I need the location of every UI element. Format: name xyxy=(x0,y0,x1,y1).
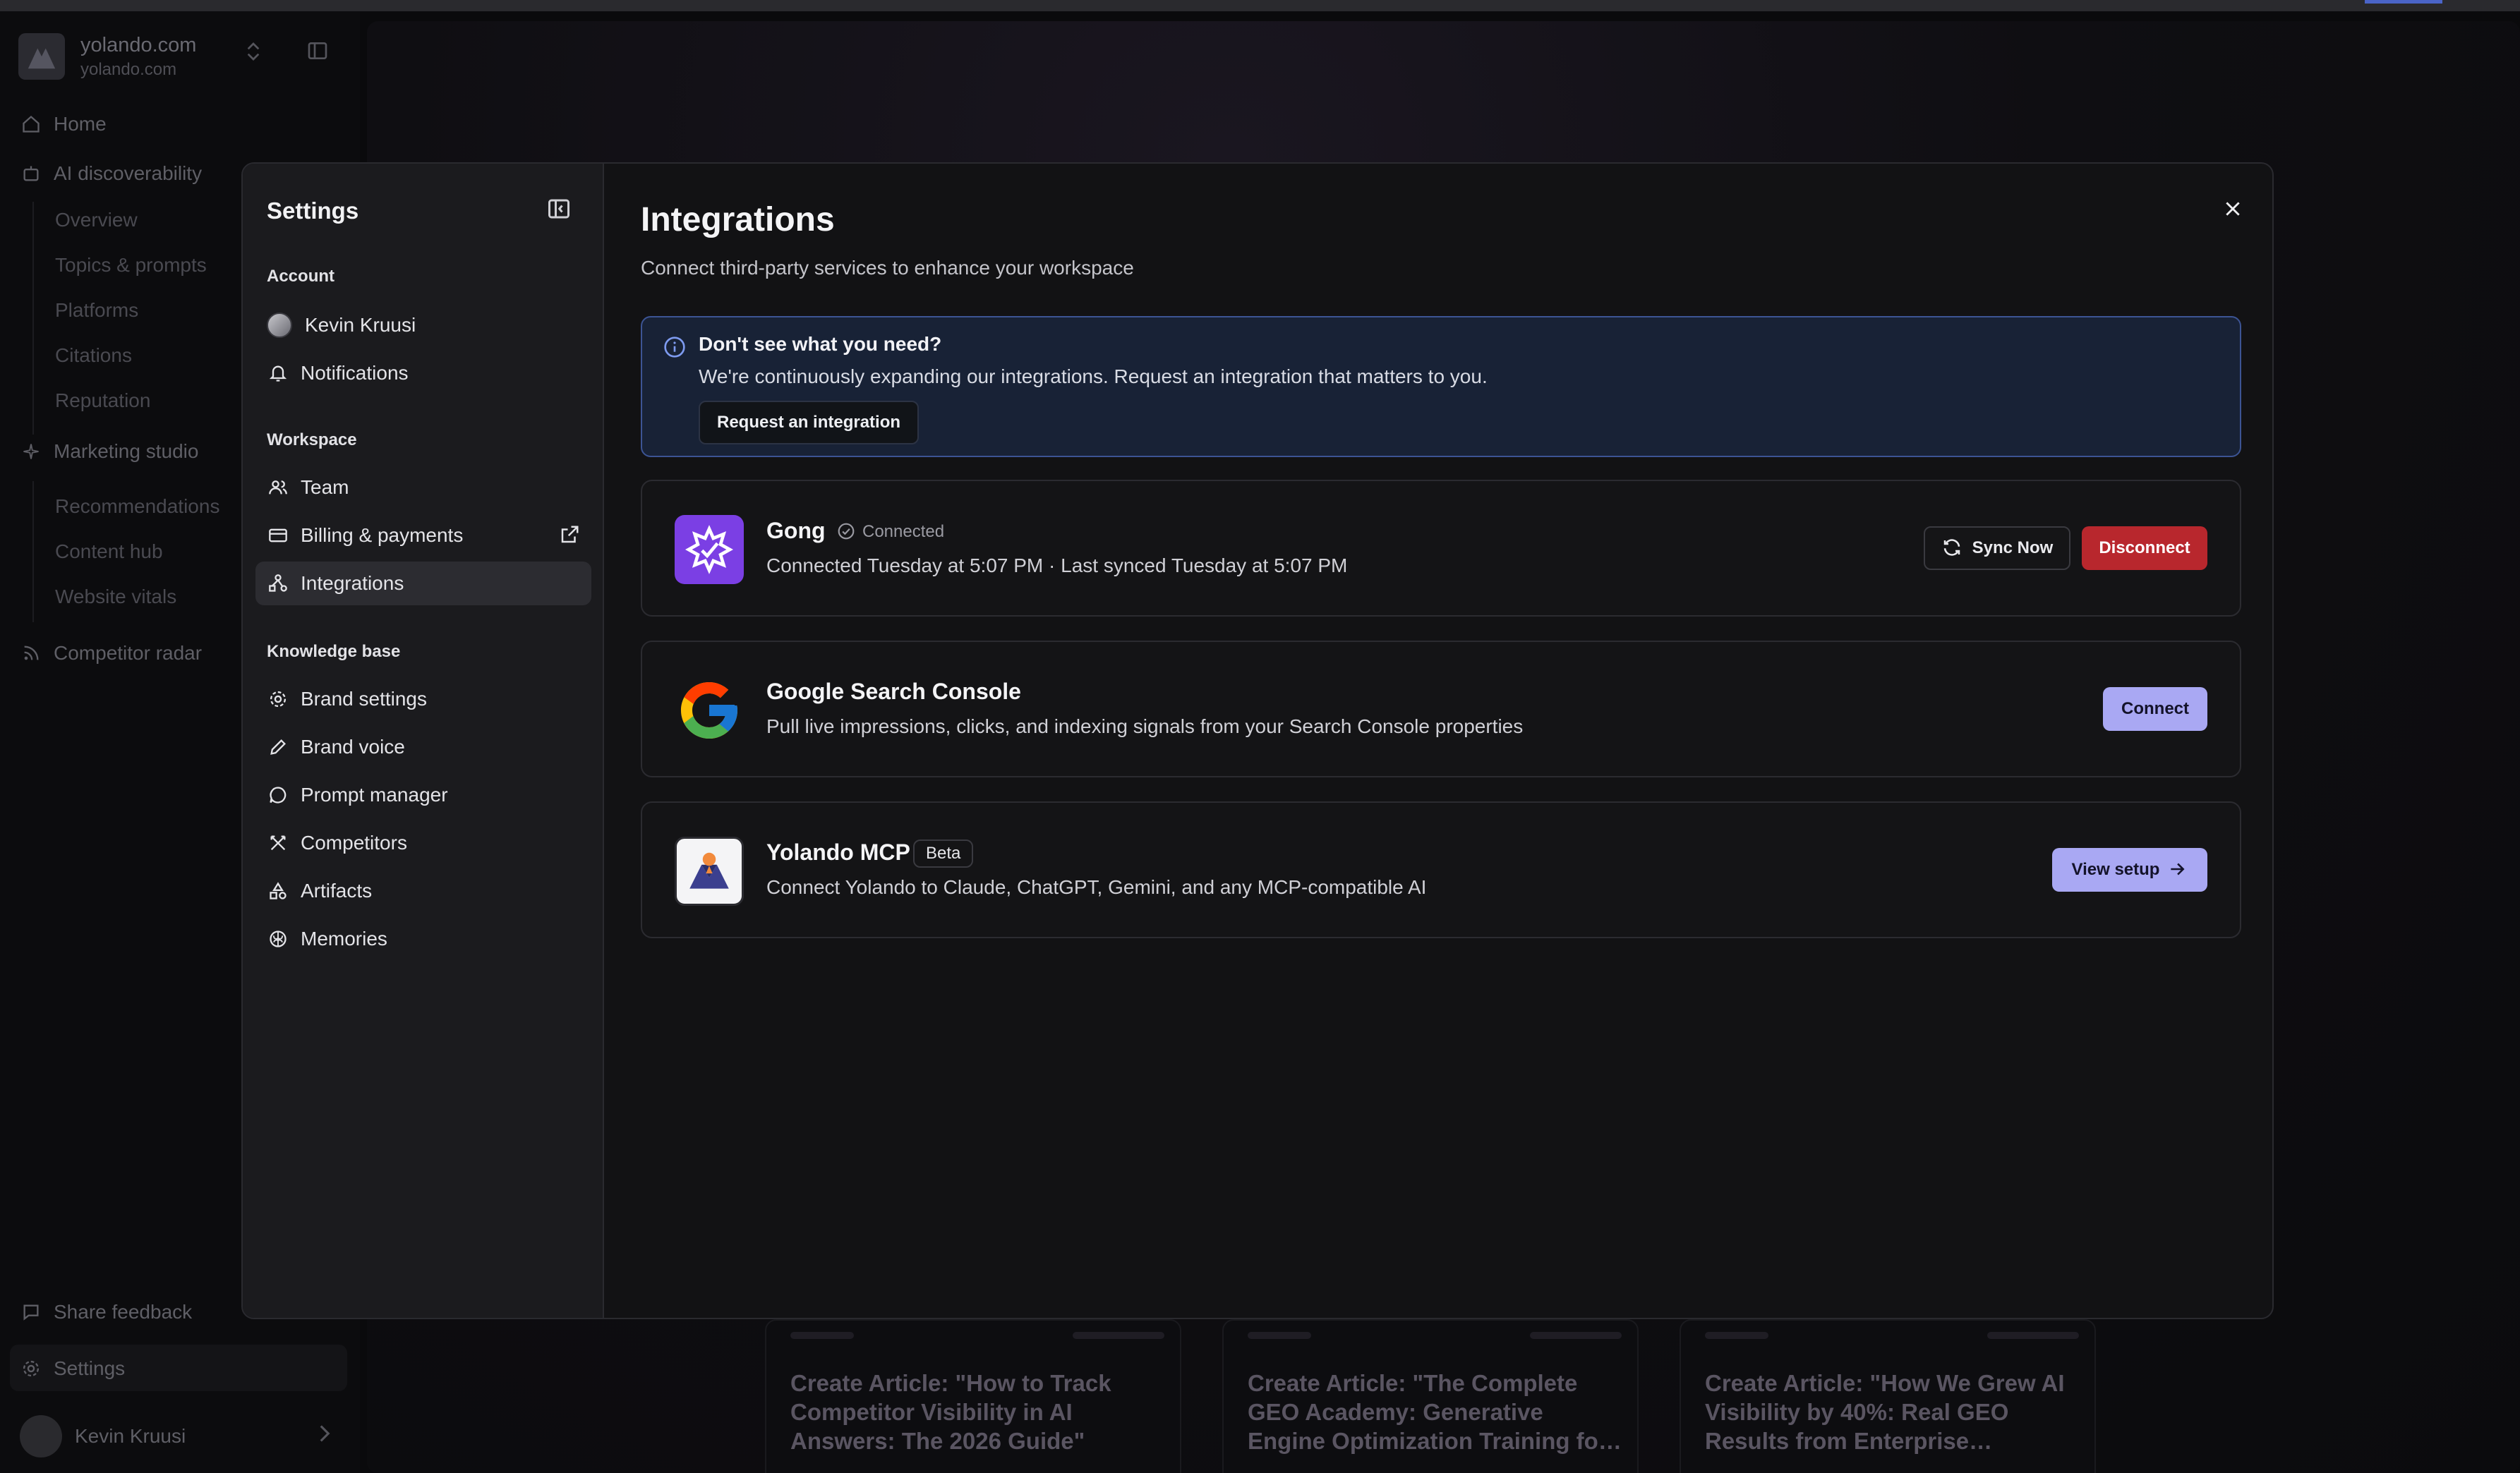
nav-citations[interactable]: Citations xyxy=(55,344,132,367)
nav-marketing-studio[interactable]: Marketing studio xyxy=(20,437,198,466)
arrow-right-icon xyxy=(2168,860,2188,880)
settings-item-competitors[interactable]: Competitors xyxy=(255,821,591,865)
users-icon xyxy=(267,476,289,499)
nav-share-feedback[interactable]: Share feedback xyxy=(20,1298,192,1326)
view-setup-button[interactable]: View setup xyxy=(2052,848,2207,892)
brain-icon xyxy=(267,928,289,950)
disconnect-button[interactable]: Disconnect xyxy=(2082,526,2207,570)
sidebar-collapse-icon[interactable] xyxy=(306,40,332,65)
section-account: Account xyxy=(267,267,334,286)
external-link-icon xyxy=(559,524,581,547)
settings-item-profile[interactable]: Kevin Kruusi xyxy=(255,303,591,347)
chevron-right-icon[interactable] xyxy=(318,1424,332,1448)
info-icon xyxy=(663,336,687,360)
settings-modal: Settings Account Kevin Kruusi Notificati… xyxy=(241,162,2274,1319)
gear-icon xyxy=(20,1357,42,1380)
nav-reputation[interactable]: Reputation xyxy=(55,389,150,412)
home-icon xyxy=(20,113,42,135)
section-workspace: Workspace xyxy=(267,430,357,449)
panel-collapse-icon[interactable] xyxy=(546,196,574,224)
message-icon xyxy=(20,1301,42,1323)
settings-item-brand-settings[interactable]: Brand settings xyxy=(255,677,591,721)
request-integration-callout: Don't see what you need? We're continuou… xyxy=(641,316,2241,457)
nav-ai-discoverability[interactable]: AI discoverability xyxy=(20,159,202,188)
integrations-icon xyxy=(267,572,289,595)
nav-topics-prompts[interactable]: Topics & prompts xyxy=(55,254,207,277)
credit-card-icon xyxy=(267,524,289,547)
callout-text: We're continuously expanding our integra… xyxy=(699,365,1488,387)
yolando-logo-icon xyxy=(675,837,744,906)
user-menu[interactable]: Kevin Kruusi xyxy=(20,1415,186,1457)
background-card: Create Article: "The Complete GEO Academ… xyxy=(1222,1319,1639,1473)
check-circle-icon xyxy=(837,522,857,542)
integration-name: Yolando MCP xyxy=(766,839,910,865)
settings-item-team[interactable]: Team xyxy=(255,466,591,509)
settings-item-prompt-manager[interactable]: Prompt manager xyxy=(255,773,591,817)
shapes-icon xyxy=(267,880,289,902)
bell-icon xyxy=(267,362,289,384)
page-title: Integrations xyxy=(641,201,835,238)
nav-home[interactable]: Home xyxy=(20,110,107,138)
nav-overview[interactable]: Overview xyxy=(55,209,138,231)
settings-item-billing[interactable]: Billing & payments xyxy=(255,514,591,557)
page-subtitle: Connect third-party services to enhance … xyxy=(641,257,1134,279)
workspace-switcher[interactable]: yolando.com yolando.com xyxy=(18,28,343,85)
pen-icon xyxy=(267,736,289,758)
settings-item-integrations[interactable]: Integrations xyxy=(255,562,591,605)
integration-description: Connect Yolando to Claude, ChatGPT, Gemi… xyxy=(766,876,1427,898)
nav-website-vitals[interactable]: Website vitals xyxy=(55,586,176,608)
refresh-icon xyxy=(1941,537,1964,559)
avatar xyxy=(20,1415,62,1457)
workspace-domain: yolando.com xyxy=(80,59,177,79)
settings-item-artifacts[interactable]: Artifacts xyxy=(255,869,591,913)
nav-competitor-radar[interactable]: Competitor radar xyxy=(20,639,202,667)
settings-sidebar: Settings Account Kevin Kruusi Notificati… xyxy=(243,164,604,1318)
top-accent-bar xyxy=(2365,0,2442,4)
integration-description: Pull live impressions, clicks, and index… xyxy=(766,715,1524,737)
bot-icon xyxy=(20,162,42,185)
integration-name: Gong xyxy=(766,518,826,543)
gear-icon xyxy=(267,688,289,710)
settings-item-notifications[interactable]: Notifications xyxy=(255,351,591,395)
beta-badge: Beta xyxy=(913,839,974,868)
browser-top-strip xyxy=(0,0,2520,11)
integration-name: Google Search Console xyxy=(766,679,1021,704)
workspace-name: yolando.com xyxy=(80,33,197,56)
settings-item-brand-voice[interactable]: Brand voice xyxy=(255,725,591,769)
integration-description: Connected Tuesday at 5:07 PM · Last sync… xyxy=(766,554,1348,576)
chevron-up-down-icon[interactable] xyxy=(246,41,261,67)
connect-button[interactable]: Connect xyxy=(2103,687,2207,731)
connection-status: Connected xyxy=(837,522,944,542)
nav-content-hub[interactable]: Content hub xyxy=(55,540,163,563)
settings-title: Settings xyxy=(267,198,359,224)
background-card: Create Article: "How to Track Competitor… xyxy=(765,1319,1181,1473)
integration-card-gong: Gong Connected Connected Tuesday at 5:07… xyxy=(641,480,2241,617)
integration-card-yolando-mcp: Yolando MCP Beta Connect Yolando to Clau… xyxy=(641,801,2241,938)
section-knowledge-base: Knowledge base xyxy=(267,642,401,661)
integrations-panel: Integrations Connect third-party service… xyxy=(605,164,2272,1318)
close-icon[interactable] xyxy=(2217,193,2248,224)
rss-icon xyxy=(20,642,42,665)
nav-platforms[interactable]: Platforms xyxy=(55,299,138,322)
nav-recommendations[interactable]: Recommendations xyxy=(55,495,219,518)
sync-now-button[interactable]: Sync Now xyxy=(1924,526,2070,570)
avatar xyxy=(267,313,292,338)
sparkle-icon xyxy=(20,440,42,463)
nav-settings[interactable]: Settings xyxy=(20,1354,125,1383)
integration-card-google-search-console: Google Search Console Pull live impressi… xyxy=(641,641,2241,777)
settings-item-memories[interactable]: Memories xyxy=(255,917,591,961)
request-integration-button[interactable]: Request an integration xyxy=(699,401,920,444)
workspace-logo-icon xyxy=(18,33,65,80)
gong-logo-icon xyxy=(675,515,744,584)
google-logo-icon xyxy=(675,676,744,745)
chat-bubble-icon xyxy=(267,784,289,806)
swords-icon xyxy=(267,832,289,854)
background-card: Create Article: "How We Grew AI Visibili… xyxy=(1680,1319,2096,1473)
callout-title: Don't see what you need? xyxy=(699,333,942,355)
